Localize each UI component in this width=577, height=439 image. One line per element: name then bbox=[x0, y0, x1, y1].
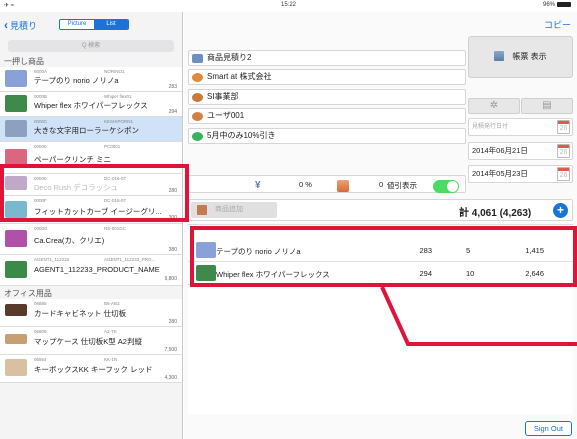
pct-discount-value[interactable]: 0 bbox=[379, 180, 383, 189]
total-amount: 計 4,061 (4,263) bbox=[459, 208, 532, 219]
report-icon bbox=[494, 51, 505, 61]
gear-icon: ✲ bbox=[489, 100, 499, 111]
cart-icon bbox=[197, 205, 207, 215]
product-list-panel: ‹ 見積り Picture List Q 検索 一押し商品 0000A NORIN… bbox=[0, 12, 183, 439]
person-icon bbox=[192, 73, 203, 82]
product-thumbnail bbox=[5, 230, 27, 247]
status-time: 15:22 bbox=[280, 2, 296, 8]
product-thumbnail bbox=[5, 359, 27, 376]
table-row[interactable]: Whiper flex ホワイパーフレックス 294 10 2,646 bbox=[188, 263, 573, 285]
back-button[interactable]: ‹ 見積り bbox=[4, 18, 37, 32]
list-item[interactable]: AGENT1_112233 AGENT1_112233_PRO... AGENT… bbox=[0, 255, 182, 286]
settings-button[interactable]: ✲ bbox=[468, 98, 520, 114]
user-field[interactable]: ユーザ001 bbox=[188, 108, 466, 124]
add-product-button[interactable]: 商品追加 bbox=[191, 202, 277, 218]
list-item[interactable]: 06954 KK-1N キーボックスKK キーフック レッド 4,300 bbox=[0, 355, 182, 383]
category-header: 一押し商品 bbox=[4, 57, 44, 66]
calendar-icon[interactable]: 26 bbox=[557, 167, 570, 181]
person-icon bbox=[192, 112, 203, 121]
left-nav-bar: ‹ 見積り Picture List bbox=[0, 12, 182, 36]
right-nav-bar: コピー bbox=[184, 12, 577, 36]
list-item[interactable]: 0000B Whiper flex01 Whiper flex ホワイパーフレッ… bbox=[0, 92, 182, 117]
add-product-row: 商品追加 計 4,061 (4,263) + bbox=[188, 199, 573, 221]
add-icon[interactable]: + bbox=[553, 203, 568, 218]
product-thumbnail bbox=[5, 120, 27, 137]
document-icon bbox=[192, 54, 203, 63]
date-field-1[interactable]: 2014年06月21日 26 bbox=[468, 142, 573, 160]
status-bar: ✈ ≈ 15:22 96% bbox=[0, 0, 577, 12]
product-thumbnail bbox=[5, 70, 27, 87]
product-thumbnail bbox=[196, 265, 216, 281]
product-thumbnail bbox=[196, 242, 216, 258]
table-row[interactable]: テープのり norio ノリノa 283 5 1,415 bbox=[188, 240, 573, 262]
category-header: オフィス用品 bbox=[4, 289, 52, 298]
report-view-button[interactable]: 帳票 表示 bbox=[468, 36, 573, 78]
quote-lines: テープのり norio ノリノa 283 5 1,415 Whiper flex… bbox=[188, 224, 573, 414]
list-item[interactable]: 0000C KESHIPORN1 大きな文字用ローラーケシポン bbox=[0, 117, 182, 142]
chevron-left-icon: ‹ bbox=[4, 18, 8, 32]
list-item[interactable]: 0000A NORINO1 テープのり norio ノリノa 283 bbox=[0, 67, 182, 92]
person-icon bbox=[192, 93, 203, 102]
view-mode-segment: Picture List bbox=[59, 19, 129, 30]
product-thumbnail bbox=[5, 304, 27, 316]
percent-icon bbox=[337, 180, 349, 192]
search-input[interactable]: Q 検索 bbox=[8, 40, 174, 52]
issue-date-field[interactable]: 見積発行日付 26 bbox=[468, 118, 573, 136]
segment-picture[interactable]: Picture bbox=[60, 20, 94, 29]
product-thumbnail bbox=[5, 95, 27, 112]
yen-icon: ¥ bbox=[255, 180, 261, 191]
green-circle-icon bbox=[192, 132, 203, 141]
quote-detail-panel: コピー 商品見積り2 Smart at 株式会社 SI事業部 ユーザ001 5月… bbox=[184, 12, 577, 439]
list-button[interactable]: ▤ bbox=[521, 98, 573, 114]
discount-toggle[interactable] bbox=[433, 180, 459, 193]
product-thumbnail bbox=[5, 261, 27, 278]
product-thumbnail bbox=[5, 334, 27, 344]
discount-label: 値引表示 bbox=[387, 181, 417, 190]
list-icon: ▤ bbox=[542, 100, 552, 111]
product-thumbnail bbox=[5, 201, 27, 218]
list-item[interactable]: 06805 A2-TK マップケース 仕切板K型 A2判縦 7,500 bbox=[0, 327, 182, 355]
list-item[interactable]: 0000F DC-016-07 フィットカットカーブ イージーグリ... 300 bbox=[0, 196, 182, 224]
date-field-2[interactable]: 2014年05月23日 26 bbox=[468, 165, 573, 183]
calendar-icon[interactable]: 26 bbox=[557, 144, 570, 158]
yen-discount-value[interactable]: 0 % bbox=[299, 180, 312, 189]
department-field[interactable]: SI事業部 bbox=[188, 89, 466, 105]
list-item[interactable]: 00000 PC0001 ペーパークリンチ ミニ 493 bbox=[0, 142, 182, 174]
company-field[interactable]: Smart at 株式会社 bbox=[188, 69, 466, 85]
list-item[interactable]: 00000 DC-016-07 Deco Rush デコラッシュ 280 bbox=[0, 174, 182, 196]
list-item[interactable]: 0000G NS-001GC Ca.Crea(カ、クリエ) 380 bbox=[0, 224, 182, 255]
copy-button[interactable]: コピー bbox=[544, 18, 571, 31]
segment-list[interactable]: List bbox=[94, 20, 128, 29]
status-battery: 96% bbox=[543, 2, 571, 8]
product-thumbnail bbox=[5, 176, 27, 190]
sign-out-button[interactable]: Sign Out bbox=[524, 421, 572, 436]
calendar-icon[interactable]: 26 bbox=[557, 120, 570, 134]
product-thumbnail bbox=[5, 149, 27, 166]
quote-title-field[interactable]: 商品見積り2 bbox=[188, 50, 466, 66]
list-item[interactable]: 06885 B6-AB3 カードキャビネット 仕切板 280 bbox=[0, 299, 182, 327]
campaign-field[interactable]: 5月中のみ10%引き bbox=[188, 128, 466, 144]
discount-row: ¥ 0 % 0 値引表示 bbox=[188, 175, 466, 193]
battery-icon bbox=[557, 2, 571, 7]
